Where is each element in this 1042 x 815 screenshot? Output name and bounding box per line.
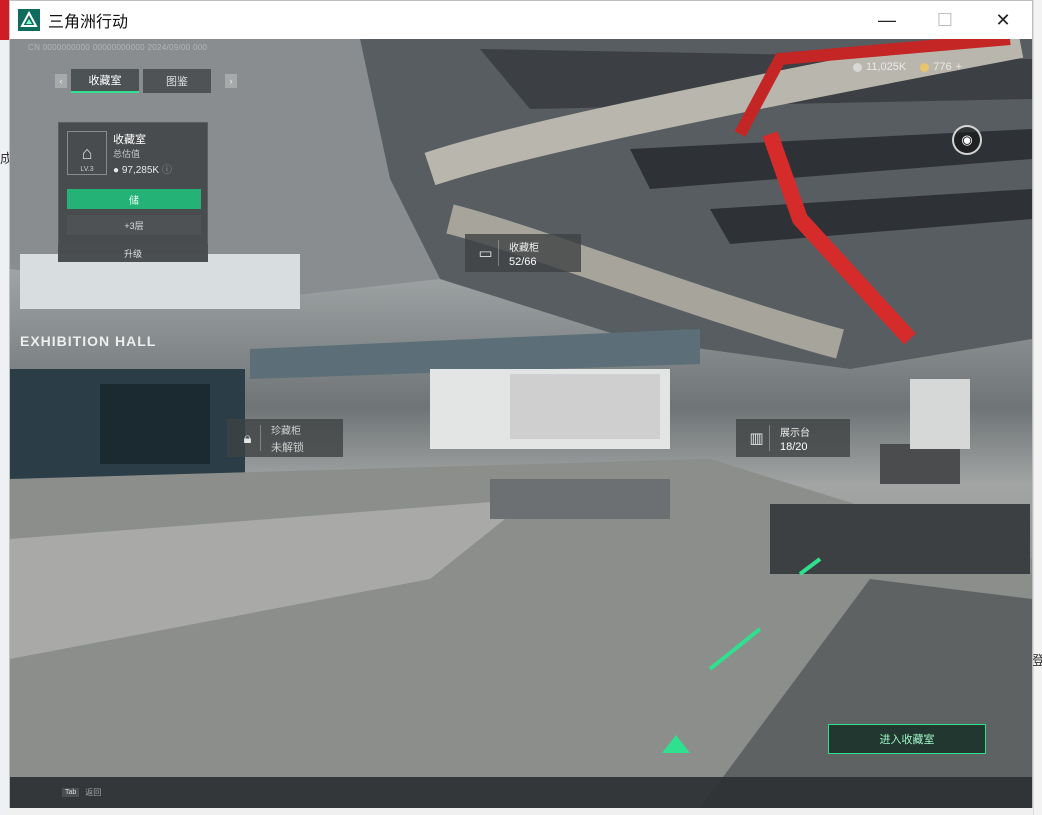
display-shelves	[510, 374, 660, 439]
tab-codex[interactable]: 图鉴	[143, 69, 211, 93]
collection-panel: ⌂ LV.3 收藏室 总估值 ● 97,285K ⓘ 储 +3层	[58, 122, 208, 262]
coins-value: 11,025K	[866, 61, 907, 73]
game-viewport[interactable]: CN 0000000000 00000000000 2024/09/00 000…	[10, 39, 1032, 808]
upgrade-button[interactable]: 升级	[58, 244, 208, 262]
title-bar[interactable]: 三角洲行动 — ☐ ✕	[10, 1, 1032, 39]
exhibition-hall-sign: EXHIBITION HALL	[20, 333, 157, 349]
panel-title: 收藏室	[113, 134, 146, 146]
cage	[910, 379, 970, 449]
stairs	[490, 479, 670, 519]
display-stand-icon: ▥	[744, 425, 770, 451]
tab-next-button[interactable]: ›	[225, 74, 237, 88]
add-currency-button[interactable]: +	[956, 61, 962, 73]
build-info: CN 0000000000 00000000000 2024/09/00 000	[28, 43, 208, 52]
game-window: 三角洲行动 — ☐ ✕ CN 0000000000 00000000000 20…	[9, 0, 1033, 808]
poi-title: 展示台	[780, 427, 810, 439]
poi-display-stand[interactable]: ▥ 展示台 18/20	[736, 419, 850, 457]
coin-icon	[853, 62, 863, 72]
poi-collection-cabinet[interactable]: ▭ 收藏柜 52/66	[465, 234, 581, 272]
currency-premium: 776 +	[920, 61, 962, 73]
level-badge: LV.3	[80, 166, 94, 173]
display-screen	[100, 384, 210, 464]
skylight	[20, 254, 300, 309]
tab-collection-room[interactable]: 收藏室	[71, 69, 139, 93]
tab-bar: ‹ 收藏室 图鉴 ›	[55, 69, 237, 93]
workbench	[770, 504, 1030, 574]
total-value-text: 97,285K	[121, 165, 160, 176]
tab-prev-button[interactable]: ‹	[55, 74, 67, 88]
desktop-text-fragment-right: 登	[1032, 653, 1042, 668]
cabinet-icon: ▭	[473, 240, 499, 266]
enter-collection-button[interactable]: 进入收藏室	[828, 724, 986, 754]
premium-coin-icon	[920, 62, 930, 72]
floor-button[interactable]: +3层	[67, 215, 201, 235]
poi-title: 珍藏柜	[271, 425, 301, 437]
nav-arrow-icon	[662, 735, 690, 753]
poi-value: 18/20	[780, 440, 808, 453]
minimize-button[interactable]: —	[858, 1, 916, 39]
poi-treasure-cabinet[interactable]: 🔒︎ 珍藏柜 未解锁	[227, 419, 343, 457]
lock-icon: 🔒︎	[235, 425, 261, 451]
panel-subtitle: 总估值	[113, 149, 141, 159]
close-button[interactable]: ✕	[974, 1, 1032, 39]
poi-value: 未解锁	[271, 441, 304, 454]
desktop-right-strip	[1033, 0, 1042, 815]
window-controls: — ☐ ✕	[858, 1, 1032, 39]
poi-title: 收藏柜	[509, 242, 539, 254]
info-icon[interactable]: ⓘ	[162, 165, 172, 176]
store-button[interactable]: 储	[67, 189, 201, 209]
premium-value: 776	[933, 61, 952, 73]
key-hint: Tab	[62, 788, 80, 797]
poi-value: 52/66	[509, 255, 537, 268]
bottom-hint-bar: Tab 返回	[10, 777, 1032, 808]
monitor	[880, 444, 960, 484]
window-title: 三角洲行动	[48, 14, 129, 31]
currency-coins: 11,025K	[853, 61, 906, 73]
delta-force-logo-icon	[18, 9, 40, 31]
maximize-button[interactable]: ☐	[916, 1, 974, 39]
view-toggle-icon[interactable]: ◉	[952, 125, 982, 155]
key-hint-label[interactable]: 返回	[85, 787, 101, 798]
currency-display: 11,025K 776 +	[853, 61, 962, 73]
total-value: ● 97,285K ⓘ	[113, 165, 172, 176]
